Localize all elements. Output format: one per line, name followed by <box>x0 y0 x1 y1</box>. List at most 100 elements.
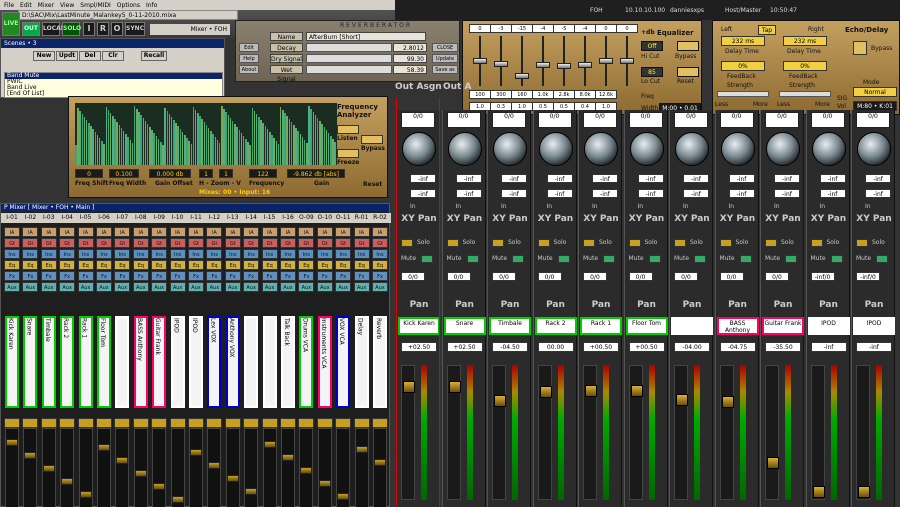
p-mixer-channel-name[interactable]: Kick Karen <box>5 316 19 408</box>
channel-fader-knob[interactable] <box>721 395 734 408</box>
p-mixer-ins-button[interactable]: Ins <box>151 249 168 259</box>
channel-fader-knob[interactable] <box>676 394 688 406</box>
pan-value[interactable]: 0/0 <box>583 272 607 281</box>
p-mixer-eq-button[interactable]: Eq <box>298 260 315 270</box>
out-assign-box[interactable]: 0/0 <box>719 112 754 128</box>
xy-pan-knob[interactable] <box>811 132 846 166</box>
p-mixer-aux-button[interactable]: Aux <box>243 282 260 292</box>
p-mixer-gt-button[interactable]: Gt <box>59 238 76 248</box>
p-mixer-fx-button[interactable]: Fx <box>4 271 20 281</box>
p-mixer-ia-button[interactable]: IA <box>224 227 241 237</box>
reverb-edit-button[interactable]: Edit <box>239 43 259 52</box>
channel-name[interactable]: IPOD <box>853 317 895 335</box>
p-mixer-gt-button[interactable]: Gt <box>22 238 39 248</box>
solo-toggle[interactable] <box>401 239 413 247</box>
eq-gain-value[interactable]: -4 <box>574 24 596 33</box>
p-mixer-gt-button[interactable]: Gt <box>298 238 315 248</box>
xy-pan-knob[interactable] <box>584 132 618 166</box>
p-mixer-solo-button[interactable] <box>132 418 149 428</box>
p-mixer-eq-button[interactable]: Eq <box>188 260 204 270</box>
p-mixer-aux-button[interactable]: Aux <box>114 282 131 292</box>
p-mixer-fx-button[interactable]: Fx <box>114 271 131 281</box>
reverb-about-button[interactable]: About <box>239 65 259 74</box>
p-mixer-fx-button[interactable]: Fx <box>372 271 388 281</box>
p-mixer-ins-button[interactable]: Ins <box>372 249 388 259</box>
p-mixer-eq-button[interactable]: Eq <box>132 260 149 270</box>
p-mixer-aux-button[interactable]: Aux <box>132 282 149 292</box>
eq-freq-value[interactable]: 12.6k <box>595 90 617 99</box>
p-mixer-solo-button[interactable] <box>206 418 223 428</box>
p-mixer-gt-button[interactable]: Gt <box>96 238 112 248</box>
p-mixer-fader[interactable] <box>336 428 351 507</box>
p-mixer-gt-button[interactable]: Gt <box>335 238 352 248</box>
scene-clear-button[interactable]: Clr <box>102 51 124 61</box>
reverb-close-button[interactable]: CLOSE <box>432 43 458 52</box>
volume-value[interactable]: +02.50 <box>401 342 437 352</box>
channel-fader[interactable] <box>674 365 688 500</box>
scene-new-button[interactable]: New <box>33 51 55 61</box>
analyzer-reset-label[interactable]: Reset <box>363 181 382 188</box>
p-mixer-fader-knob[interactable] <box>61 478 74 485</box>
p-mixer-ia-button[interactable]: IA <box>188 227 204 237</box>
solo-toggle[interactable] <box>765 239 777 247</box>
channel-fader-knob[interactable] <box>448 381 461 393</box>
p-mixer-aux-button[interactable]: Aux <box>169 282 186 292</box>
eq-freq-value[interactable]: 300 <box>490 90 512 99</box>
p-mixer-fader-knob[interactable] <box>153 483 166 490</box>
channel-fader-knob[interactable] <box>858 486 870 498</box>
p-mixer-channel-name[interactable]: BASS Anthony <box>133 316 148 408</box>
echo-bypass-toggle[interactable] <box>853 41 867 55</box>
eq-gain-value[interactable]: 0 <box>595 24 617 33</box>
channel-fader-knob[interactable] <box>630 385 643 397</box>
p-mixer-aux-button[interactable]: Aux <box>206 282 223 292</box>
p-mixer-fader-knob[interactable] <box>263 441 276 448</box>
p-mixer-fader-knob[interactable] <box>134 470 147 477</box>
p-mixer-fader-knob[interactable] <box>337 493 350 500</box>
out-assign-box[interactable]: 0/0 <box>492 112 526 128</box>
volume-value[interactable]: +00.50 <box>583 342 619 352</box>
p-mixer-solo-button[interactable] <box>77 418 94 428</box>
eq-gain-slider[interactable] <box>620 58 634 64</box>
p-mixer-ia-button[interactable]: IA <box>280 227 296 237</box>
p-mixer-fx-button[interactable]: Fx <box>169 271 186 281</box>
p-mixer-aux-button[interactable]: Aux <box>96 282 112 292</box>
p-mixer-eq-button[interactable]: Eq <box>169 260 186 270</box>
solo-toggle[interactable] <box>492 239 504 247</box>
menu-file[interactable]: File <box>4 2 14 9</box>
channel-fader-knob[interactable] <box>539 386 552 398</box>
p-mixer-gt-button[interactable]: Gt <box>372 238 388 248</box>
p-mixer-eq-button[interactable]: Eq <box>353 260 370 270</box>
p-mixer-channel-name[interactable]: Drums VCA <box>299 316 314 408</box>
p-mixer-fader[interactable] <box>317 428 332 507</box>
eq-gain-value[interactable]: 0 <box>469 24 491 33</box>
p-mixer-fader[interactable] <box>225 428 240 507</box>
p-mixer-channel-name[interactable]: Timbale <box>41 316 56 408</box>
out-assign-box[interactable]: 0/0 <box>810 112 845 128</box>
p-mixer-solo-button[interactable] <box>22 418 39 428</box>
p-mixer-eq-button[interactable]: Eq <box>22 260 39 270</box>
solo-toggle[interactable] <box>674 239 686 247</box>
out-assign-box[interactable]: 0/0 <box>537 112 572 128</box>
eq-bypass-toggle[interactable] <box>677 41 699 51</box>
mute-toggle[interactable] <box>785 255 797 263</box>
p-mixer-solo-button[interactable] <box>243 418 260 428</box>
level-inf-value[interactable]: -inf <box>501 174 527 183</box>
level-inf-value[interactable]: -inf <box>546 174 573 183</box>
p-mixer-channel-name[interactable]: IPOD <box>189 316 203 408</box>
solo-toggle[interactable] <box>810 239 823 247</box>
p-mixer-fader-knob[interactable] <box>355 446 368 453</box>
volume-value[interactable]: +02.50 <box>446 342 483 352</box>
p-mixer-fader[interactable] <box>97 428 111 507</box>
channel-name[interactable]: Snare <box>443 317 486 335</box>
eq-freq-value[interactable]: 100 <box>469 90 491 99</box>
p-mixer-gt-button[interactable]: Gt <box>77 238 94 248</box>
p-mixer-ia-button[interactable]: IA <box>169 227 186 237</box>
level-inf-value[interactable]: -inf <box>592 174 618 183</box>
p-mixer-fx-button[interactable]: Fx <box>96 271 112 281</box>
eq-off-button[interactable]: Off <box>641 41 663 51</box>
p-mixer-channel-name[interactable]: Snare <box>23 316 38 408</box>
p-mixer-fader[interactable] <box>189 428 203 507</box>
p-mixer-ia-button[interactable]: IA <box>335 227 352 237</box>
right-strength-slider[interactable] <box>779 91 831 97</box>
level-inf-value-2[interactable]: -inf <box>501 189 527 198</box>
